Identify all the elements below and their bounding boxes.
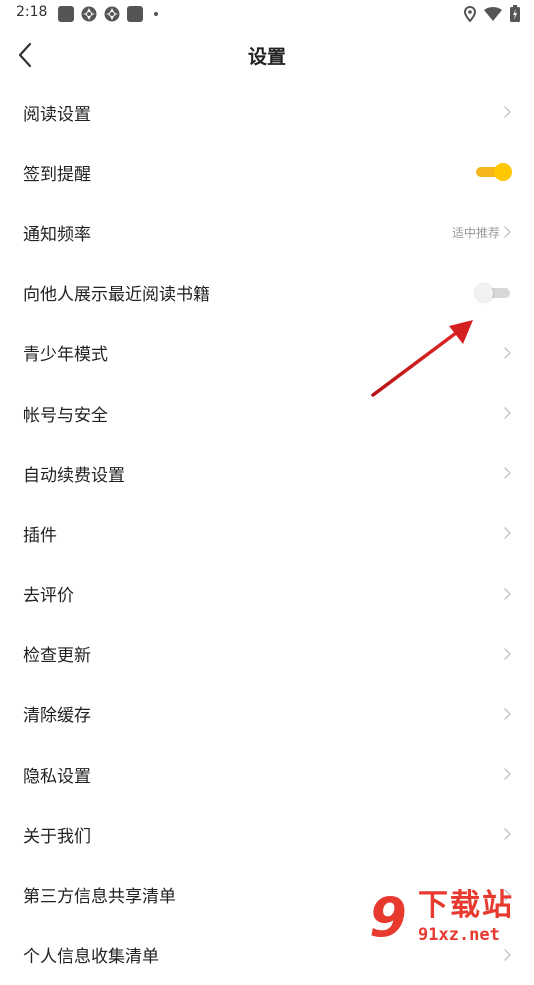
settings-row-trailing <box>502 443 512 503</box>
notification-square-icon <box>58 6 74 22</box>
settings-row-trailing <box>502 684 512 744</box>
chevron-right-icon <box>504 347 511 359</box>
settings-row[interactable]: 通知频率 适中推荐 <box>0 202 534 262</box>
settings-row-label: 检查更新 <box>23 646 91 667</box>
watermark-nine: 9 <box>369 886 407 949</box>
settings-row-trailing <box>502 624 512 684</box>
chevron-right-icon <box>504 587 511 600</box>
settings-row[interactable]: 关于我们 <box>0 804 534 864</box>
header: 设置 <box>0 28 534 82</box>
chevron-right-icon <box>504 648 511 660</box>
settings-row[interactable]: 插件 <box>0 503 534 563</box>
settings-row[interactable]: 向他人展示最近阅读书籍 <box>0 263 534 323</box>
settings-row[interactable]: 检查更新 <box>0 624 534 684</box>
page-title: 设置 <box>247 46 286 68</box>
toggle-knob <box>494 163 512 182</box>
chevron-right-icon <box>504 467 511 479</box>
more-dot-icon <box>154 12 158 16</box>
settings-row-trailing <box>476 142 512 202</box>
settings-row[interactable]: 隐私设置 <box>0 744 534 804</box>
chevron-right-icon <box>504 106 511 118</box>
toggle-switch[interactable] <box>476 162 512 182</box>
settings-row-label: 关于我们 <box>23 826 91 847</box>
chevron-right-icon <box>504 828 511 841</box>
settings-row-trailing <box>502 323 512 383</box>
watermark-site: 91xz.net <box>418 925 500 945</box>
settings-row-label: 帐号与安全 <box>23 405 108 426</box>
settings-row-label: 清除缓存 <box>23 706 91 727</box>
settings-row[interactable]: 去评价 <box>0 564 534 624</box>
settings-list: 阅读设置签到提醒通知频率 适中推荐向他人展示最近阅读书籍 青少年模式帐号与安全自动续… <box>0 82 534 985</box>
watermark-title: 下载站 <box>418 888 514 923</box>
settings-row-label: 向他人展示最近阅读书籍 <box>23 285 210 306</box>
settings-row-trailing <box>502 804 512 864</box>
settings-row-label: 第三方信息共享清单 <box>23 887 176 908</box>
settings-row-label: 自动续费设置 <box>23 465 125 486</box>
notification-square-icon <box>127 6 143 22</box>
settings-row[interactable]: 签到提醒 <box>0 142 534 202</box>
status-time: 2:18 <box>16 4 48 20</box>
chevron-right-icon <box>504 708 511 720</box>
settings-row-label: 隐私设置 <box>23 766 91 787</box>
chevron-right-icon <box>504 768 511 780</box>
settings-row[interactable]: 清除缓存 <box>0 684 534 744</box>
settings-row-trailing: 适中推荐 <box>452 202 512 262</box>
settings-row-trailing <box>502 503 512 563</box>
watermark-logo: 9 下载站 91xz.net <box>360 888 530 950</box>
chevron-right-icon <box>504 527 511 540</box>
aperture-icon <box>81 6 97 22</box>
settings-row-trailing <box>502 564 512 624</box>
settings-row-label: 插件 <box>23 525 57 546</box>
battery-icon <box>510 5 520 22</box>
status-bar: 2:18 <box>0 0 534 28</box>
aperture-icon <box>104 6 120 22</box>
wifi-icon <box>484 6 502 21</box>
notification-icons <box>58 6 158 22</box>
settings-row[interactable]: 青少年模式 <box>0 323 534 383</box>
settings-row-label: 通知频率 <box>23 224 91 245</box>
toggle-switch[interactable] <box>475 283 512 303</box>
system-icons <box>464 5 520 22</box>
settings-row-trailing <box>475 263 512 323</box>
settings-row-value: 适中推荐 <box>451 225 500 240</box>
settings-row[interactable]: 帐号与安全 <box>0 383 534 443</box>
settings-row-label: 个人信息收集清单 <box>23 947 159 968</box>
settings-row-label: 签到提醒 <box>23 164 91 185</box>
location-icon <box>464 5 476 22</box>
settings-row-label: 去评价 <box>23 586 74 607</box>
settings-row-trailing <box>502 82 512 142</box>
settings-row[interactable]: 阅读设置 <box>0 82 534 142</box>
chevron-right-icon <box>504 407 511 419</box>
settings-row-label: 青少年模式 <box>23 345 108 366</box>
settings-row[interactable]: 自动续费设置 <box>0 443 534 503</box>
chevron-right-icon <box>504 226 511 239</box>
settings-row-label: 阅读设置 <box>23 104 91 125</box>
settings-row-trailing <box>502 383 512 443</box>
settings-row-trailing <box>502 744 512 804</box>
toggle-knob <box>475 283 493 302</box>
